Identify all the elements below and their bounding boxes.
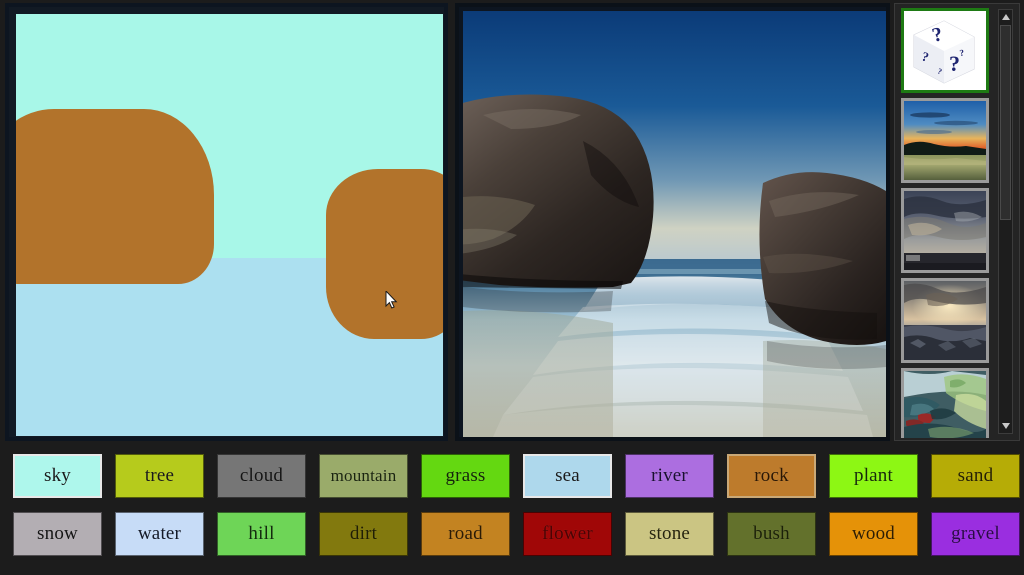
- palette-swatch-label: rock: [754, 465, 789, 486]
- generated-image-panel[interactable]: [455, 3, 890, 441]
- palette-swatch-label: sky: [44, 465, 71, 486]
- palette-swatch-label: water: [137, 523, 182, 544]
- scroll-up-arrow-icon[interactable]: [999, 10, 1012, 24]
- segmentation-label-palette[interactable]: sky tree cloud mountain grass sea river rock pla…: [0, 447, 1024, 575]
- palette-swatch-label: tree: [144, 465, 175, 486]
- palette-swatch-bush[interactable]: bush: [727, 512, 816, 556]
- palette-swatch-tree[interactable]: tree: [115, 454, 204, 498]
- palette-swatch-label: snow: [37, 523, 78, 544]
- svg-text:?: ?: [949, 51, 960, 76]
- palette-swatch-mountain[interactable]: mountain: [319, 454, 408, 498]
- palette-swatch-label: road: [448, 523, 483, 544]
- palette-swatch-dirt[interactable]: dirt: [319, 512, 408, 556]
- palette-swatch-river[interactable]: river: [625, 454, 714, 498]
- palette-swatch-label: gravel: [951, 523, 1000, 544]
- palette-swatch-label: mountain: [330, 466, 397, 485]
- generated-seascape-render: [463, 11, 886, 437]
- palette-swatch-stone[interactable]: stone: [625, 512, 714, 556]
- palette-swatch-label: plant: [854, 465, 893, 486]
- palette-swatch-water[interactable]: water: [115, 512, 204, 556]
- palette-swatch-grass[interactable]: grass: [421, 454, 510, 498]
- palette-swatch-label: bush: [753, 523, 790, 544]
- generated-image-preview: [463, 11, 886, 437]
- thumbnail-random-style-die[interactable]: ? ? ? ? ?: [901, 8, 989, 93]
- thumbnail-style-cloudy-sea[interactable]: [901, 188, 989, 273]
- random-die-thumb-image: ? ? ? ? ?: [904, 11, 986, 90]
- segment-rock-right[interactable]: [326, 169, 443, 339]
- workspace-row: ? ? ? ? ?: [0, 0, 1024, 446]
- thumbnail-style-abstract-paint[interactable]: [901, 368, 989, 438]
- palette-swatch-sand[interactable]: sand: [931, 454, 1020, 498]
- cloudy-sea-thumb-image: [904, 191, 986, 270]
- palette-swatch-sea[interactable]: sea: [523, 454, 612, 498]
- palette-swatch-sky[interactable]: sky: [13, 454, 102, 498]
- segmentation-drawing-canvas[interactable]: [16, 14, 443, 436]
- gaugan-app-window: ? ? ? ? ? sky tree cloud mountain grass …: [0, 0, 1024, 575]
- segment-rock-left[interactable]: [16, 109, 214, 284]
- scrollbar-thumb[interactable]: [1000, 25, 1011, 220]
- palette-swatch-cloud[interactable]: cloud: [217, 454, 306, 498]
- palette-swatch-flower[interactable]: flower: [523, 512, 612, 556]
- palette-swatch-label: hill: [248, 523, 275, 544]
- style-thumbnail-list[interactable]: ? ? ? ? ?: [901, 8, 993, 438]
- palette-swatch-label: river: [651, 465, 688, 486]
- palette-swatch-label: flower: [542, 523, 593, 544]
- palette-swatch-label: dirt: [349, 523, 378, 544]
- style-image-strip[interactable]: ? ? ? ? ?: [894, 3, 1020, 441]
- palette-row-2: snow water hill dirt road flower stone bush wood…: [0, 512, 1024, 560]
- drawing-panel[interactable]: [5, 3, 448, 441]
- palette-swatch-road[interactable]: road: [421, 512, 510, 556]
- palette-swatch-label: cloud: [239, 465, 284, 486]
- palette-row-1: sky tree cloud mountain grass sea river rock pla…: [0, 454, 1024, 502]
- palette-swatch-rock[interactable]: rock: [727, 454, 816, 498]
- palette-swatch-label: sea: [555, 465, 580, 486]
- palette-swatch-label: stone: [648, 523, 691, 544]
- thumbnail-style-stormy-sun[interactable]: [901, 278, 989, 363]
- palette-swatch-plant[interactable]: plant: [829, 454, 918, 498]
- stormy-sun-thumb-image: [904, 281, 986, 360]
- thumbnail-scrollbar[interactable]: [998, 9, 1013, 434]
- sunset-shore-thumb-image: [904, 101, 986, 180]
- scroll-down-arrow-icon[interactable]: [999, 419, 1012, 433]
- palette-swatch-hill[interactable]: hill: [217, 512, 306, 556]
- thumbnail-style-sunset-shore[interactable]: [901, 98, 989, 183]
- palette-swatch-gravel[interactable]: gravel: [931, 512, 1020, 556]
- palette-swatch-snow[interactable]: snow: [13, 512, 102, 556]
- palette-swatch-label: wood: [851, 523, 896, 544]
- palette-swatch-label: grass: [445, 465, 486, 486]
- dice-question-icon: ? ? ? ? ?: [904, 11, 986, 90]
- abstract-paint-thumb-image: [904, 371, 986, 438]
- palette-swatch-wood[interactable]: wood: [829, 512, 918, 556]
- palette-swatch-label: sand: [957, 465, 994, 486]
